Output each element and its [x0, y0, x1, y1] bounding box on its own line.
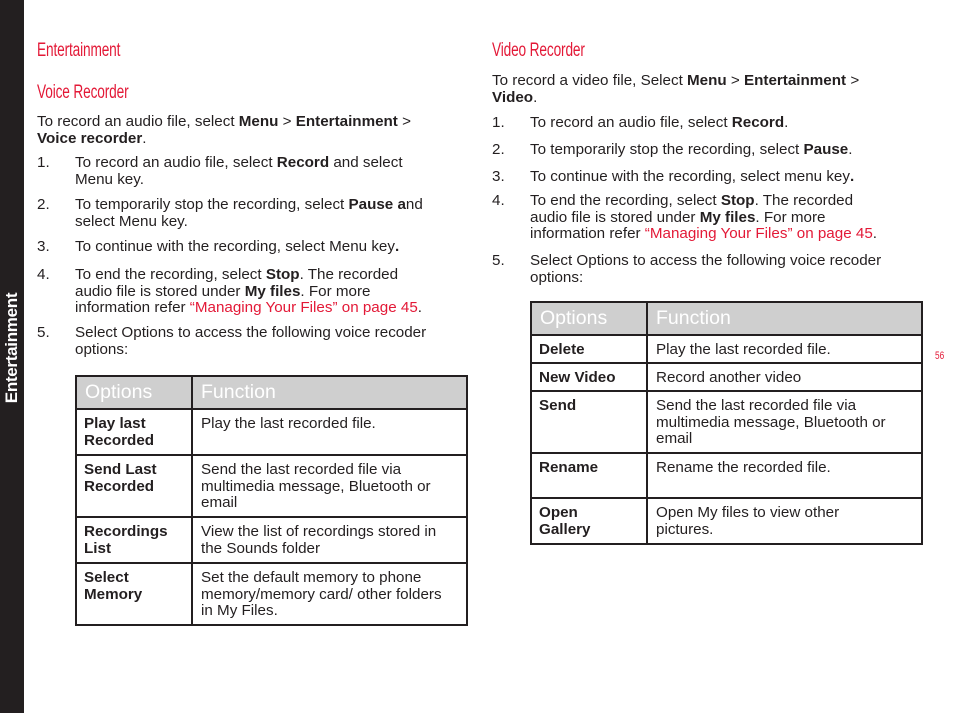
section-title: Entertainment: [37, 40, 121, 61]
option-cell: Send: [530, 390, 648, 454]
table-row: Play last Recorded Play the last recorde…: [75, 408, 468, 456]
page-number: 56: [935, 350, 945, 362]
table-row: Delete Play the last recorded file.: [530, 334, 923, 364]
table-header-options: Options: [75, 375, 193, 410]
function-cell: Rename the recorded file.: [646, 452, 923, 499]
voice-options-table: Options Function Play last Recorded Play…: [75, 375, 468, 626]
managing-files-link[interactable]: “Managing Your Files” on page 45: [645, 225, 873, 242]
table-row: New Video Record another video: [530, 362, 923, 392]
option-cell: Send Last Recorded: [75, 454, 193, 518]
option-cell: Play last Recorded: [75, 408, 193, 456]
video-recorder-intro: To record a video file, Select Menu > En…: [492, 72, 860, 106]
side-tab: Entertainment: [0, 0, 24, 713]
option-cell: Open Gallery: [530, 497, 648, 545]
video-recorder-heading: Video Recorder: [492, 40, 585, 61]
managing-files-link[interactable]: “Managing Your Files” on page 45: [190, 299, 418, 316]
voice-recorder-heading: Voice Recorder: [37, 82, 129, 103]
table-header-function: Function: [191, 375, 468, 410]
function-cell: Play the last recorded file.: [646, 334, 923, 364]
option-cell: Delete: [530, 334, 648, 364]
function-cell: Play the last recorded file.: [191, 408, 468, 456]
table-header-function: Function: [646, 301, 923, 336]
table-row: Open Gallery Open My files to view other…: [530, 497, 923, 545]
side-tab-label: Entertainment: [2, 292, 21, 404]
video-options-table: Options Function Delete Play the last re…: [530, 301, 923, 545]
function-cell: Send the last recorded file via multimed…: [646, 390, 923, 454]
option-cell: New Video: [530, 362, 648, 392]
function-cell: Set the default memory to phone memory/m…: [191, 562, 468, 626]
option-cell: Rename: [530, 452, 648, 499]
function-cell: View the list of recordings stored in th…: [191, 516, 468, 564]
option-cell: Recordings List: [75, 516, 193, 564]
voice-recorder-intro: To record an audio file, select Menu > E…: [37, 113, 411, 147]
table-row: Send Send the last recorded file via mul…: [530, 390, 923, 454]
option-cell: Select Memory: [75, 562, 193, 626]
table-row: Select Memory Set the default memory to …: [75, 562, 468, 626]
function-cell: Record another video: [646, 362, 923, 392]
table-row: Send Last Recorded Send the last recorde…: [75, 454, 468, 518]
function-cell: Open My files to view other pictures.: [646, 497, 923, 545]
table-row: Rename Rename the recorded file.: [530, 452, 923, 499]
table-row: Recordings List View the list of recordi…: [75, 516, 468, 564]
function-cell: Send the last recorded file via multimed…: [191, 454, 468, 518]
table-header-options: Options: [530, 301, 648, 336]
